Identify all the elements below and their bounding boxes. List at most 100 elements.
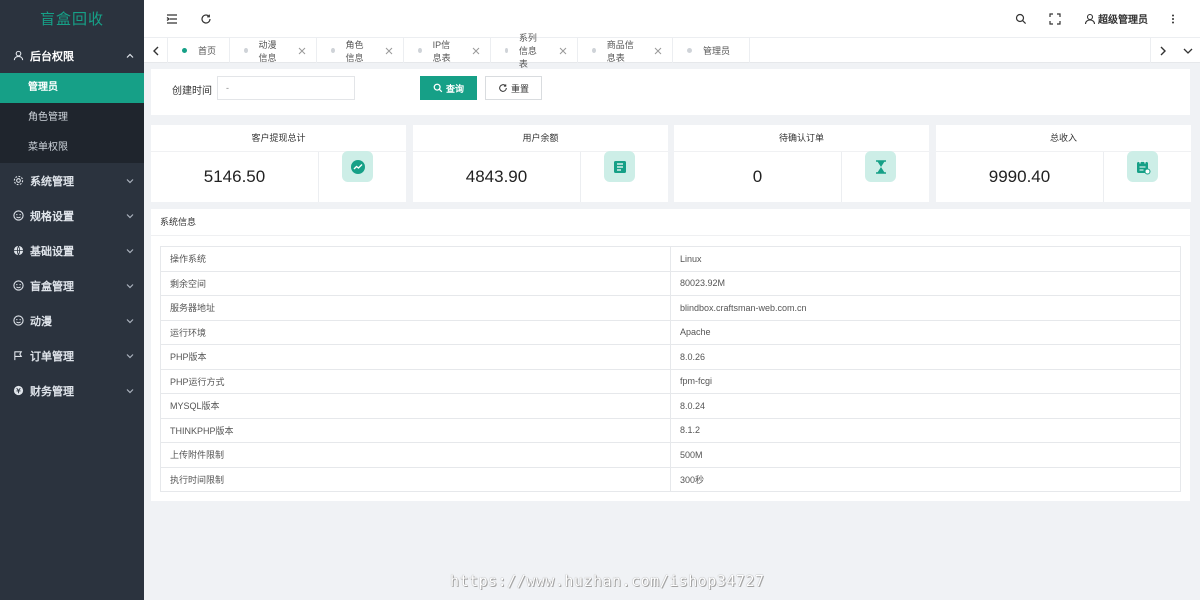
tab-label: 角色信息 bbox=[345, 39, 364, 63]
info-key: 服务器地址 bbox=[160, 295, 671, 321]
close-icon[interactable] bbox=[654, 47, 662, 55]
stat-card-balance: 用户余额 4843.90 bbox=[413, 125, 668, 202]
sidebar-group-6[interactable]: 订单管理 bbox=[0, 338, 144, 373]
chevron-down-icon bbox=[126, 318, 134, 323]
stat-title: 客户提现总计 bbox=[151, 125, 406, 152]
sidebar-group-0[interactable]: 后台权限 bbox=[0, 38, 144, 73]
sidebar-group-2[interactable]: 规格设置 bbox=[0, 198, 144, 233]
tab-5[interactable]: 商品信息表 bbox=[578, 38, 673, 63]
tab-label: 管理员 bbox=[703, 46, 731, 56]
tab-label: IP信息表 bbox=[432, 39, 451, 63]
sidebar-group-5[interactable]: 动漫 bbox=[0, 303, 144, 338]
sidebar-menu: 后台权限管理员 角色管理 菜单权限系统管理规格设置 基础设置 盲盒管理动漫订单管理财务管… bbox=[0, 38, 144, 408]
stat-card-pending-orders: 待确认订单 0 bbox=[674, 125, 929, 202]
flag-icon bbox=[12, 350, 24, 362]
table-row: 剩余空间 80023.92M bbox=[160, 270, 1181, 296]
sidebar-group-1[interactable]: 系统管理 bbox=[0, 163, 144, 198]
info-value: 300秒 bbox=[670, 466, 1181, 492]
search-icon[interactable] bbox=[1013, 11, 1029, 27]
stat-title: 总收入 bbox=[936, 125, 1191, 152]
tab-dot bbox=[244, 48, 248, 53]
reset-button[interactable]: 重置 bbox=[485, 76, 542, 100]
info-key: MYSQL版本 bbox=[160, 393, 671, 419]
sidebar-group-7[interactable]: 财务管理 bbox=[0, 373, 144, 408]
fullscreen-icon[interactable] bbox=[1047, 11, 1063, 27]
sidebar-item-0-2[interactable]: 菜单权限 bbox=[0, 133, 144, 163]
money-icon bbox=[12, 385, 24, 397]
table-row: PHP运行方式 fpm-fcgi bbox=[160, 368, 1181, 394]
sidebar-group-label: 订单管理 bbox=[30, 350, 74, 363]
chevron-down-icon bbox=[126, 213, 134, 218]
close-icon[interactable] bbox=[472, 47, 480, 55]
chevron-down-icon bbox=[126, 178, 134, 183]
chevron-down-icon bbox=[126, 353, 134, 358]
created-time-label: 创建时间 bbox=[172, 86, 212, 97]
info-value: 500M bbox=[670, 442, 1181, 468]
info-key: 上传附件限制 bbox=[160, 442, 671, 468]
sidebar-item-0-1[interactable]: 角色管理 bbox=[0, 103, 144, 133]
tab-4[interactable]: 系列信息表 bbox=[491, 33, 578, 69]
table-row: 执行时间限制 300秒 bbox=[160, 466, 1181, 492]
tab-3[interactable]: IP信息表 bbox=[404, 38, 491, 63]
menu-toggle-icon[interactable] bbox=[164, 11, 180, 27]
tab-scroll-right-icon[interactable] bbox=[1150, 38, 1174, 63]
tab-2[interactable]: 角色信息 bbox=[317, 38, 404, 63]
hourglass-icon bbox=[865, 151, 896, 182]
info-key: 执行时间限制 bbox=[160, 466, 671, 492]
query-button[interactable]: 查询 bbox=[420, 76, 477, 100]
refresh-icon[interactable] bbox=[198, 11, 214, 27]
sidebar-group-3[interactable]: 基础设置 bbox=[0, 233, 144, 268]
tab-6[interactable]: 管理员 bbox=[673, 38, 750, 63]
table-row: 操作系统 Linux bbox=[160, 246, 1181, 272]
gear-icon bbox=[12, 175, 24, 187]
tab-1[interactable]: 动漫信息 bbox=[230, 38, 317, 63]
sidebar-group-label: 系统管理 bbox=[30, 175, 74, 188]
created-time-input[interactable]: - bbox=[217, 76, 355, 100]
stat-value: 0 bbox=[752, 167, 763, 186]
refresh-icon bbox=[499, 84, 507, 92]
tab-list: 首页 动漫信息 角色信息 IP信息表 系列信息表 商品信息表 管理员 bbox=[168, 33, 750, 69]
tab-dropdown-icon[interactable] bbox=[1176, 38, 1200, 63]
sidebar-group-4[interactable]: 盲盒管理 bbox=[0, 268, 144, 303]
sidebar-item-0-0[interactable]: 管理员 bbox=[0, 73, 144, 103]
info-value: 8.1.2 bbox=[670, 417, 1181, 443]
system-info-table: 操作系统 Linux 剩余空间 80023.92M 服务器地址 blindbox.craf… bbox=[160, 246, 1181, 492]
watermark: https://www.huzhan.com/ishop34727 bbox=[450, 572, 765, 590]
app-logo: 盲盒回收 bbox=[39, 11, 104, 28]
close-icon[interactable] bbox=[559, 47, 567, 55]
close-icon[interactable] bbox=[298, 47, 306, 55]
stat-value: 5146.50 bbox=[203, 167, 266, 186]
info-value: Apache bbox=[670, 319, 1181, 345]
sidebar-group-label: 后台权限 bbox=[30, 50, 74, 63]
sidebar-group-label: 财务管理 bbox=[30, 385, 74, 398]
query-label: 查询 bbox=[445, 83, 464, 94]
info-key: THINKPHP版本 bbox=[160, 417, 671, 443]
tab-0[interactable]: 首页 bbox=[168, 38, 230, 63]
more-icon[interactable] bbox=[1165, 11, 1181, 27]
chevron-down-icon bbox=[126, 283, 134, 288]
smile-icon bbox=[12, 315, 24, 327]
info-value: blindbox.craftsman-web.com.cn bbox=[670, 295, 1181, 321]
tab-dot bbox=[505, 48, 508, 53]
chevron-down-icon bbox=[126, 248, 134, 253]
sidebar: 盲盒回收 后台权限管理员 角色管理 菜单权限系统管理规格设置 基础设置 盲盒管理动漫订单… bbox=[0, 0, 144, 600]
user-icon bbox=[12, 50, 24, 62]
username: 超级管理员 bbox=[1098, 15, 1148, 26]
user-menu[interactable]: 超级管理员 bbox=[1084, 11, 1148, 26]
system-info-title: 系统信息 bbox=[151, 209, 1190, 236]
sidebar-group-label: 动漫 bbox=[30, 315, 52, 328]
stat-divider bbox=[1103, 152, 1104, 202]
tab-scroll-left-icon[interactable] bbox=[144, 38, 168, 63]
top-header: 超级管理员 bbox=[144, 0, 1200, 38]
info-value: 8.0.26 bbox=[670, 344, 1181, 370]
table-row: THINKPHP版本 8.1.2 bbox=[160, 417, 1181, 443]
tab-label: 动漫信息 bbox=[258, 39, 277, 63]
stat-divider bbox=[318, 152, 319, 202]
stat-value: 9990.40 bbox=[988, 167, 1051, 186]
info-key: 操作系统 bbox=[160, 246, 671, 272]
info-key: 剩余空间 bbox=[160, 270, 671, 296]
close-icon[interactable] bbox=[385, 47, 393, 55]
user-icon bbox=[1084, 13, 1096, 24]
globe-icon bbox=[12, 245, 24, 257]
trend-icon bbox=[342, 151, 373, 182]
